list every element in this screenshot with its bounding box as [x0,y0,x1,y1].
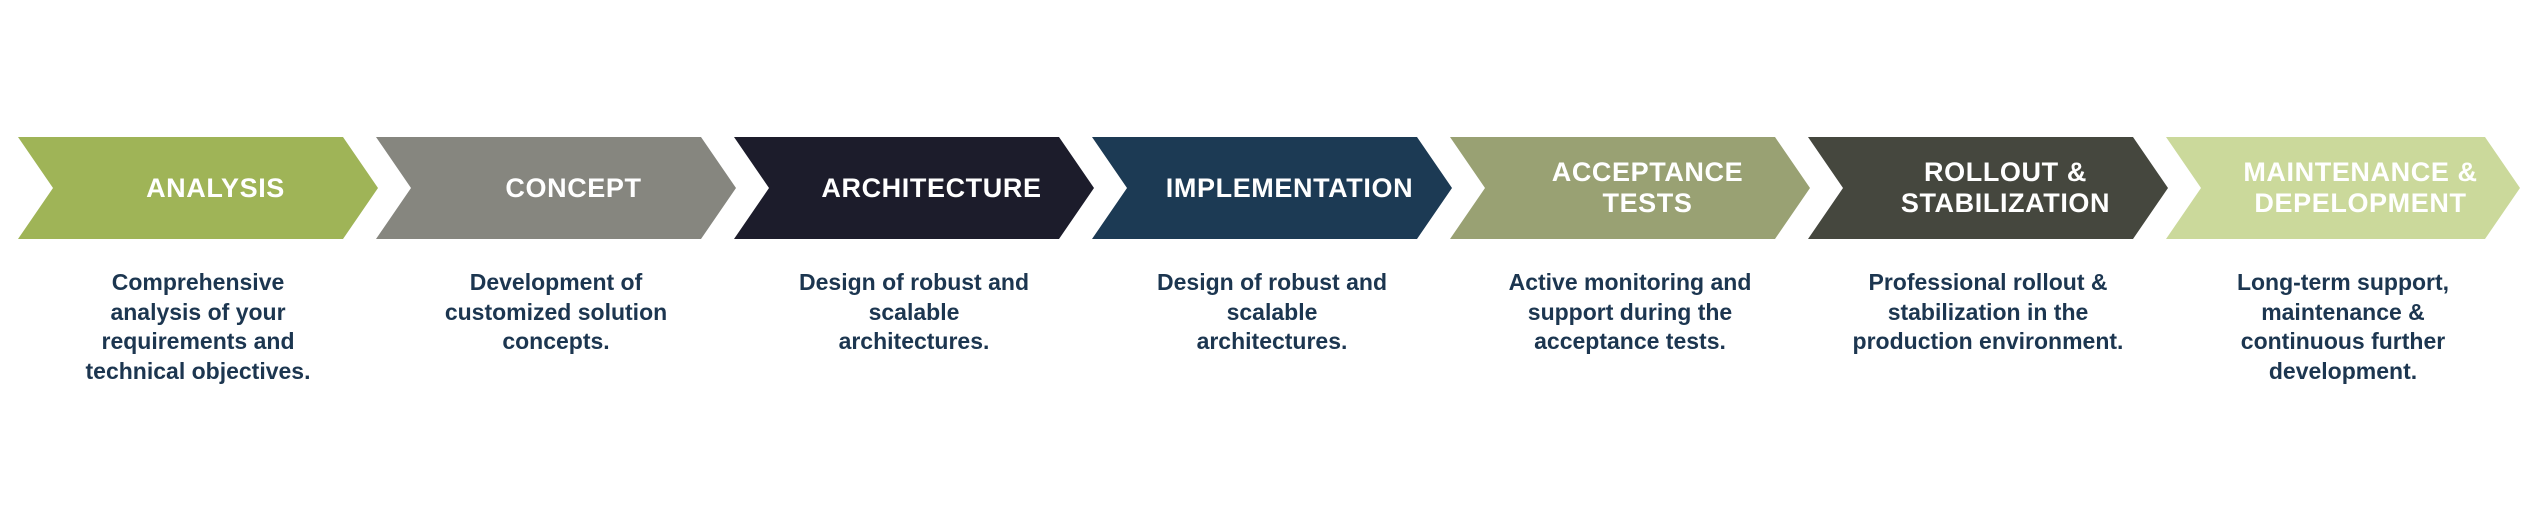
caption-row: Comprehensive analysis of your requireme… [18,268,2520,418]
caption-step-7: Long-term support, maintenance & continu… [2236,269,2450,384]
chevron-step-4[interactable]: IMPLEMENTATION [1092,137,1452,239]
chevron-step-6-label: ROLLOUT & STABILIZATION [1900,157,2111,218]
chevron-step-7[interactable]: MAINTENANCE & DEPELOPMENT [2166,137,2520,239]
chevron-step-7-label: MAINTENANCE & DEPELOPMENT [2243,157,2478,218]
caption-step-6: Professional rollout & stabilization in … [1852,269,2124,354]
chevron-step-4-label: IMPLEMENTATION [1165,172,1414,203]
chevron-band: ANALYSIS CONCEPT ARCHITECTURE IMPLEMENTATIO… [18,137,2520,239]
caption-step-5: Active monitoring and support during the… [1508,269,1752,354]
chevron-step-2-label: CONCEPT [505,172,642,203]
caption-step-2: Development of customized solution conce… [444,269,668,354]
chevron-step-1[interactable]: ANALYSIS [18,137,378,239]
chevron-step-5-label: ACCEPTANCE TESTS [1551,157,1744,218]
chevron-step-2[interactable]: CONCEPT [376,137,736,239]
chevron-step-3-label: ARCHITECTURE [821,172,1042,203]
chevron-step-6[interactable]: ROLLOUT & STABILIZATION [1808,137,2168,239]
process-flow-diagram: ANALYSIS CONCEPT ARCHITECTURE IMPLEMENTATIO… [0,0,2538,514]
caption-step-3: Design of robust and scalable architectu… [799,269,1029,354]
caption-step-1: Comprehensive analysis of your requireme… [85,269,311,384]
chevron-step-5[interactable]: ACCEPTANCE TESTS [1450,137,1810,239]
caption-step-4: Design of robust and scalable architectu… [1157,269,1387,354]
chevron-step-1-label: ANALYSIS [146,172,285,203]
chevron-step-3[interactable]: ARCHITECTURE [734,137,1094,239]
